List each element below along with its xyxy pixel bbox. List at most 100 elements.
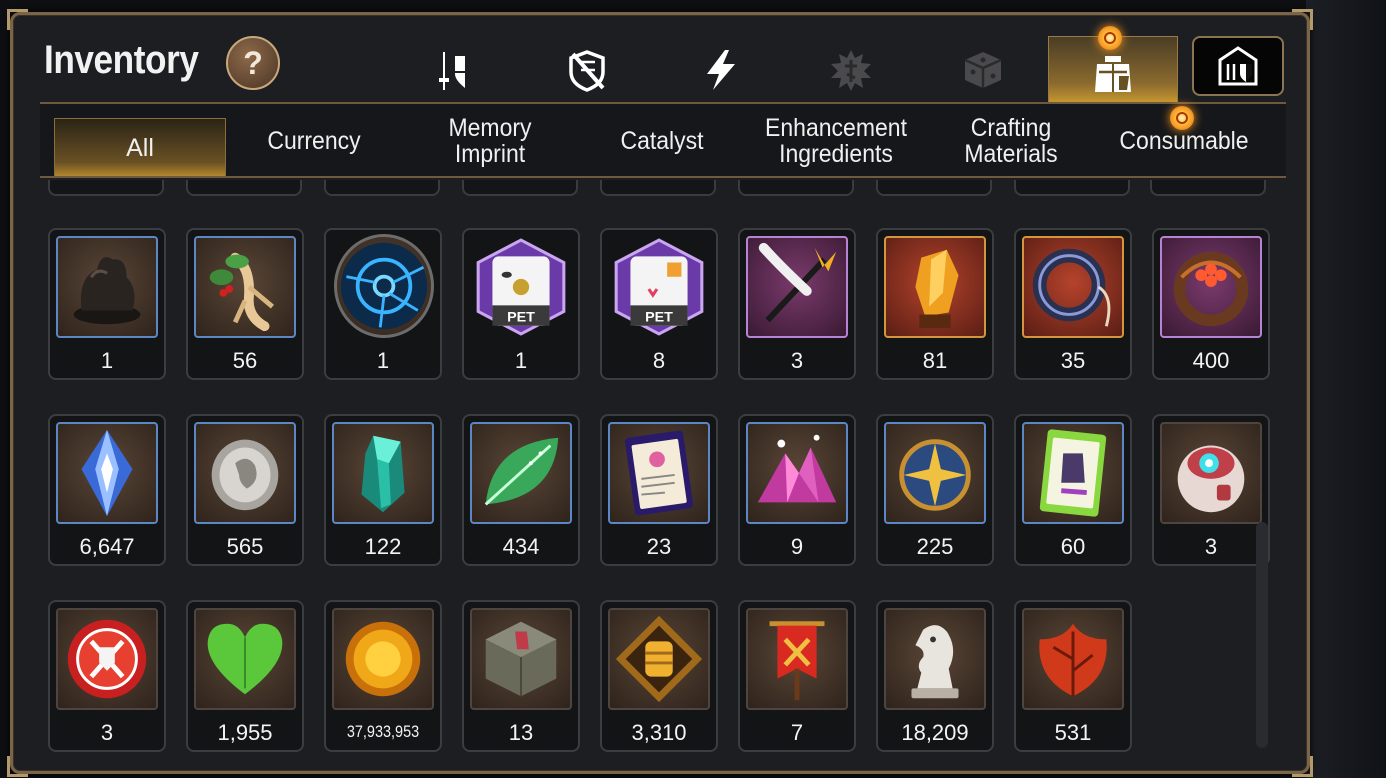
item-slot[interactable]: 565: [186, 414, 304, 566]
star-amulet-icon: [884, 422, 986, 524]
war-banner-icon: [746, 608, 848, 710]
tab-catalyst[interactable]: Catalyst: [592, 104, 732, 178]
item-slot[interactable]: 6,647: [48, 414, 166, 566]
item-slot[interactable]: 122: [324, 414, 442, 566]
blue-gem-icon: [56, 422, 158, 524]
item-count: 13: [508, 720, 534, 745]
item-count: 7: [790, 720, 804, 745]
item-slot[interactable]: 35: [1014, 228, 1132, 380]
red-leaf-icon: [1022, 608, 1124, 710]
help-button[interactable]: ?: [226, 36, 280, 90]
frame-corner: [7, 9, 28, 30]
item-slot[interactable]: 1: [324, 228, 442, 380]
svg-text:PET: PET: [645, 310, 673, 326]
item-count: 35: [1060, 348, 1086, 373]
item-slot[interactable]: 37,933,953: [324, 600, 442, 752]
knight-chess-piece-icon: [884, 608, 986, 710]
blue-rune-orb-icon: [334, 234, 434, 338]
background-right: [1306, 0, 1386, 778]
item-count: 23: [646, 534, 672, 559]
tab-all[interactable]: All: [54, 118, 226, 178]
item-slot[interactable]: 81: [876, 228, 994, 380]
guild-storage-icon: [1218, 46, 1258, 86]
item-count: 3: [1204, 534, 1218, 559]
item-count: 6,647: [79, 534, 135, 559]
pet-card-icon: [608, 422, 710, 524]
lasso-ring-icon: [1022, 236, 1124, 338]
tab-enhancement-ingredients[interactable]: Enhancement Ingredients: [751, 104, 920, 178]
item-count: 565: [226, 534, 264, 559]
feather-wand-icon: [746, 236, 848, 338]
tab-memory-imprint[interactable]: Memory Imprint: [416, 104, 563, 178]
frame-corner: [1292, 756, 1313, 777]
red-seal-badge-icon: [56, 608, 158, 710]
item-slot[interactable]: 60: [1014, 414, 1132, 566]
amber-crystal-icon: [884, 236, 986, 338]
item-slot[interactable]: 3: [738, 228, 856, 380]
item-count: 3: [100, 720, 114, 745]
item-count: 1: [376, 348, 390, 373]
pink-crystal-pile-icon: [746, 422, 848, 524]
item-count: 225: [916, 534, 954, 559]
item-count: 60: [1060, 534, 1086, 559]
tar-lump-icon: [56, 236, 158, 338]
tab-currency[interactable]: Currency: [242, 104, 386, 178]
item-slot[interactable]: 1,955: [186, 600, 304, 752]
guild-storage-button[interactable]: [1192, 36, 1284, 96]
item-slot[interactable]: 18,209: [876, 600, 994, 752]
item-slot[interactable]: 23: [600, 414, 718, 566]
item-slot[interactable]: 9: [738, 414, 856, 566]
notification-badge-icon: [1098, 26, 1122, 50]
item-slot[interactable]: 400: [1152, 228, 1270, 380]
stone-cube-icon: [470, 608, 572, 710]
fist-emblem-icon: [608, 608, 710, 710]
gold-coin-icon: [332, 608, 434, 710]
item-slot[interactable]: PET 8: [600, 228, 718, 380]
pet-bag-spotted-icon: PET: [470, 236, 572, 338]
teal-crystal-icon: [332, 422, 434, 524]
item-slot[interactable]: 7: [738, 600, 856, 752]
item-count: 3: [790, 348, 804, 373]
bag-icon[interactable]: [1088, 48, 1138, 100]
svg-text:PET: PET: [507, 310, 535, 326]
costume-card-icon: [1022, 422, 1124, 524]
scrollbar[interactable]: [1256, 522, 1268, 748]
item-count: 1: [100, 348, 114, 373]
shield-off-icon[interactable]: [562, 44, 612, 96]
rune-icon[interactable]: [826, 44, 876, 96]
item-slot[interactable]: 225: [876, 414, 994, 566]
item-count: 531: [1054, 720, 1092, 745]
partial-item-row: [48, 180, 1268, 196]
tab-crafting-materials[interactable]: Crafting Materials: [942, 104, 1080, 178]
item-slot[interactable]: 3: [48, 600, 166, 752]
item-slot[interactable]: 3,310: [600, 600, 718, 752]
lightning-icon[interactable]: [696, 44, 746, 96]
item-slot[interactable]: PET 1: [462, 228, 580, 380]
item-slot[interactable]: 434: [462, 414, 580, 566]
item-count: 122: [364, 534, 402, 559]
subtab-bar: All Currency Memory Imprint Catalyst Enh…: [40, 104, 1286, 178]
item-slot[interactable]: 56: [186, 228, 304, 380]
cube-icon[interactable]: [958, 44, 1008, 96]
green-leaf-icon: [470, 422, 572, 524]
notification-badge-icon: [1170, 106, 1194, 130]
item-slot[interactable]: 13: [462, 600, 580, 752]
item-slot[interactable]: 531: [1014, 600, 1132, 752]
item-count: 1: [514, 348, 528, 373]
flower-ring-icon: [1160, 236, 1262, 338]
item-count: 56: [232, 348, 258, 373]
page-title: Inventory: [44, 38, 199, 82]
item-count: 1,955: [217, 720, 273, 745]
item-count: 3,310: [631, 720, 687, 745]
item-count: 8: [652, 348, 666, 373]
item-count: 37,933,953: [346, 722, 420, 741]
equipment-icon[interactable]: [432, 44, 482, 96]
item-slot[interactable]: 3: [1152, 414, 1270, 566]
item-count: 9: [790, 534, 804, 559]
item-count: 81: [922, 348, 948, 373]
item-count: 400: [1192, 348, 1230, 373]
ginseng-root-icon: [194, 236, 296, 338]
item-slot[interactable]: 1: [48, 228, 166, 380]
robot-orb-icon: [1160, 422, 1262, 524]
item-count: 18,209: [901, 720, 969, 745]
